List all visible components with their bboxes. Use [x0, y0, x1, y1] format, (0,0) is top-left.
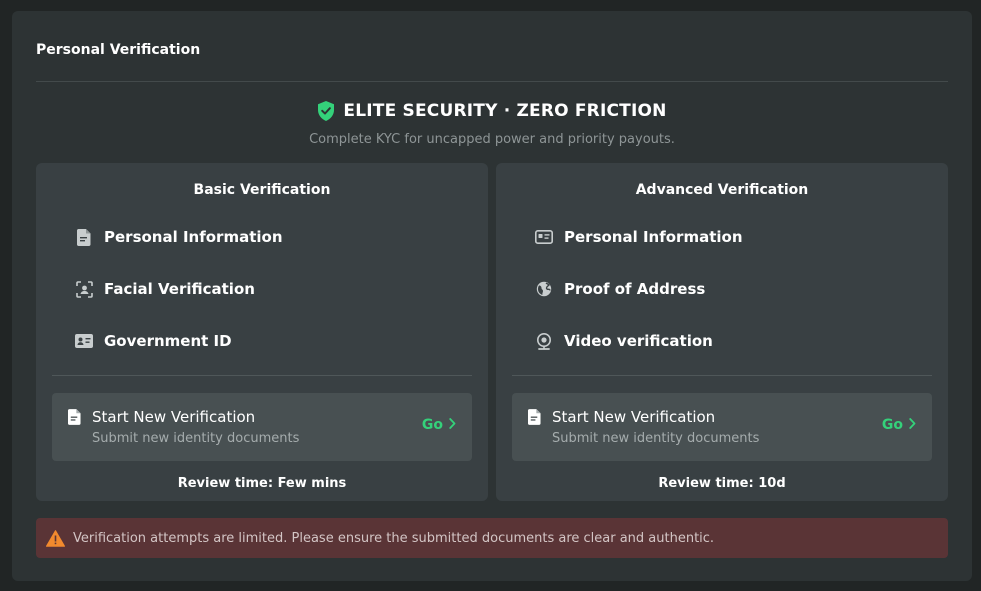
- hero-section: ELITE SECURITY · ZERO FRICTION Complete …: [36, 101, 948, 147]
- basic-card-title: Basic Verification: [193, 182, 331, 198]
- chevron-right-icon: [909, 417, 916, 433]
- document-icon: [528, 409, 541, 429]
- feature-personal-information: Personal Information: [74, 226, 283, 248]
- header-divider: [36, 81, 948, 82]
- advanced-card-title: Advanced Verification: [635, 182, 809, 198]
- face-scan-icon: [74, 279, 94, 299]
- go-link[interactable]: Go: [882, 417, 916, 433]
- document-icon: [68, 409, 81, 429]
- feature-personal-information: Personal Information: [534, 226, 743, 248]
- warning-triangle-icon: [46, 529, 65, 547]
- globe-icon: [534, 279, 554, 299]
- feature-proof-of-address: Proof of Address: [534, 278, 705, 300]
- feature-label: Personal Information: [564, 228, 743, 246]
- id-card-icon: [534, 227, 554, 247]
- feature-label: Video verification: [564, 332, 713, 350]
- review-time: Review time: 10d: [658, 476, 786, 491]
- warning-text: Verification attempts are limited. Pleas…: [73, 530, 715, 546]
- feature-label: Proof of Address: [564, 280, 706, 298]
- webcam-icon: [534, 331, 554, 351]
- shield-check-icon: [317, 101, 335, 121]
- feature-label: Personal Information: [104, 228, 283, 246]
- action-title: Start New Verification: [92, 408, 256, 426]
- hero-subtitle: Complete KYC for uncapped power and prio…: [309, 132, 675, 147]
- chevron-right-icon: [449, 417, 456, 433]
- panel-title: Personal Verification: [36, 42, 201, 58]
- id-card-icon: [74, 331, 94, 351]
- review-time: Review time: Few mins: [177, 476, 347, 491]
- action-subtitle: Submit new identity documents: [552, 431, 760, 446]
- feature-government-id: Government ID: [74, 330, 232, 352]
- go-label: Go: [881, 417, 903, 433]
- advanced-verification-card: Advanced Verification Personal Informati…: [496, 163, 948, 501]
- hero-title-row: ELITE SECURITY · ZERO FRICTION: [317, 101, 666, 121]
- basic-start-verification-button[interactable]: Start New Verification Submit new identi…: [52, 393, 472, 461]
- action-subtitle: Submit new identity documents: [92, 431, 300, 446]
- feature-facial-verification: Facial Verification: [74, 278, 255, 300]
- warning-banner: Verification attempts are limited. Pleas…: [36, 518, 948, 558]
- card-divider: [512, 375, 932, 376]
- hero-title: ELITE SECURITY · ZERO FRICTION: [343, 101, 667, 121]
- feature-label: Government ID: [104, 332, 232, 350]
- document-icon: [74, 227, 94, 247]
- go-link[interactable]: Go: [422, 417, 456, 433]
- verification-panel: Personal Verification ELITE SECURITY · Z…: [12, 11, 972, 581]
- card-divider: [52, 375, 472, 376]
- basic-verification-card: Basic Verification Personal Information: [36, 163, 488, 501]
- action-title: Start New Verification: [552, 408, 716, 426]
- advanced-start-verification-button[interactable]: Start New Verification Submit new identi…: [512, 393, 932, 461]
- go-label: Go: [421, 417, 443, 433]
- feature-video-verification: Video verification: [534, 330, 713, 352]
- feature-label: Facial Verification: [104, 280, 255, 298]
